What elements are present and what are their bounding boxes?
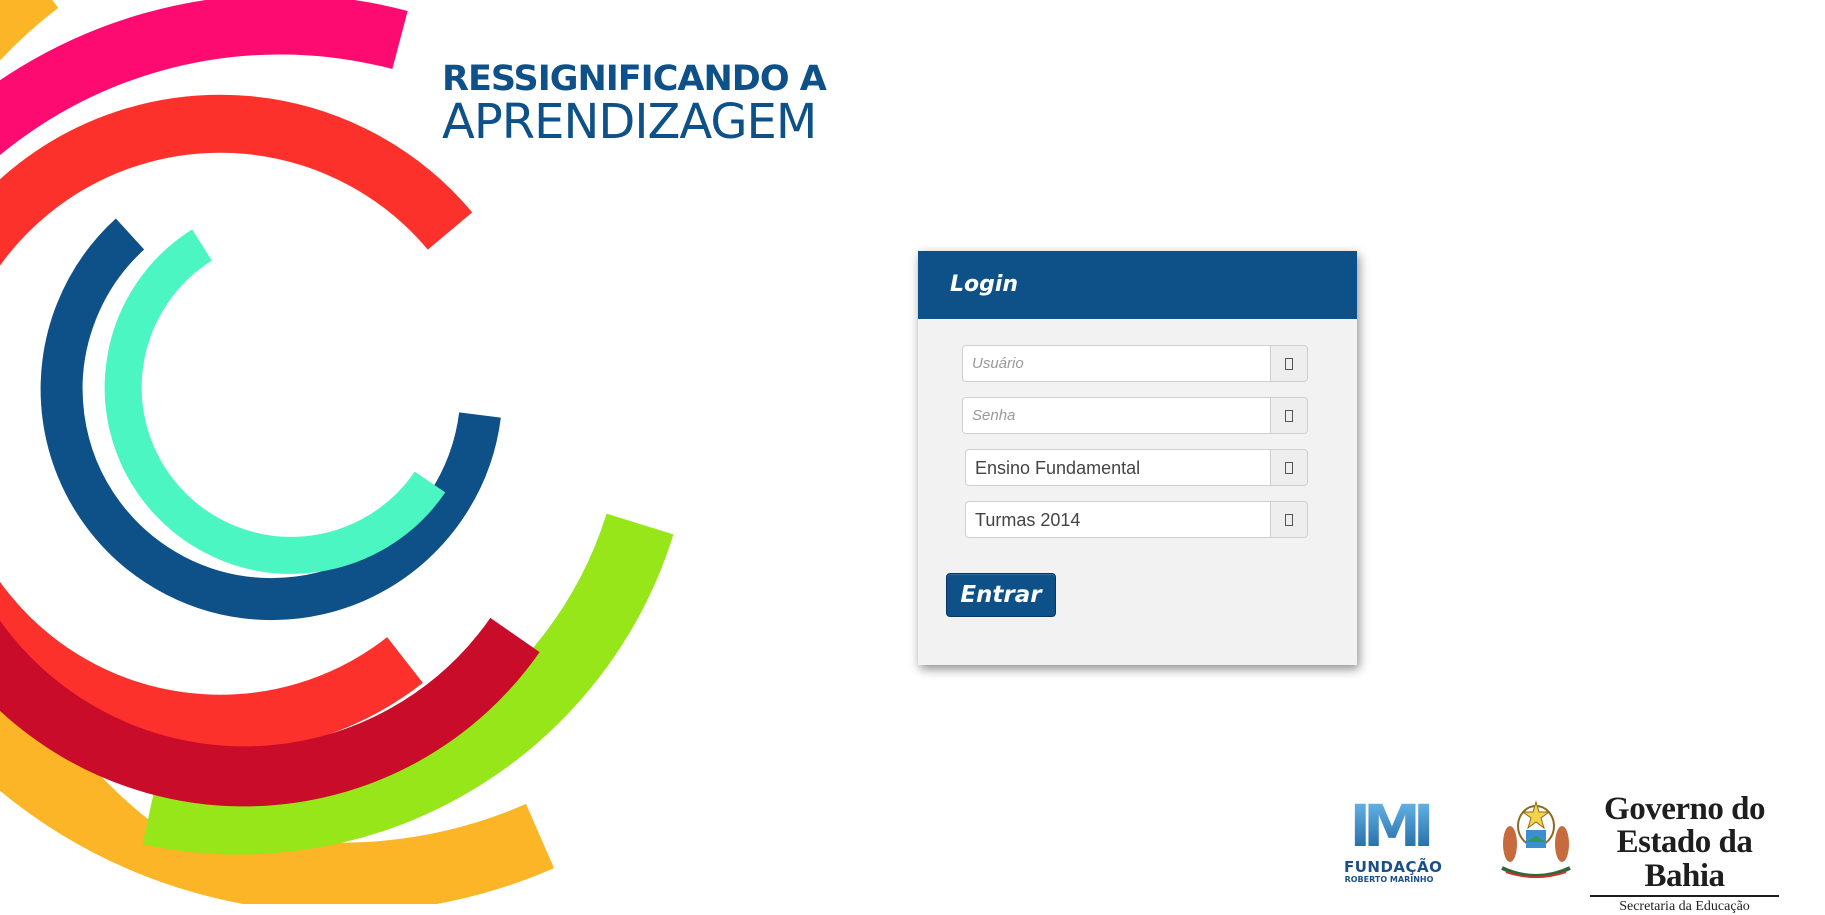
username-input[interactable] <box>962 345 1270 382</box>
lock-icon <box>1285 409 1293 422</box>
password-addon <box>1270 397 1308 434</box>
brand-title-line2: APRENDIZAGEM <box>442 94 817 150</box>
brand-title-line1: RESSIGNIFICANDO A <box>442 59 827 99</box>
government-logo: Governo do Estado da Bahia Secretaria da… <box>1582 793 1787 915</box>
gov-line2: Estado da Bahia <box>1616 824 1753 894</box>
list-icon <box>1285 461 1293 474</box>
foundation-line1: FUNDAÇÃO <box>1344 858 1443 876</box>
level-row: Ensino Fundamental <box>965 449 1308 486</box>
class-addon <box>1270 501 1308 538</box>
state-seal-icon <box>1501 800 1571 878</box>
gov-line1: Governo do <box>1604 791 1765 827</box>
login-header: Login <box>918 251 1357 319</box>
user-icon <box>1285 357 1293 370</box>
decorative-arcs <box>0 0 674 904</box>
password-row <box>962 397 1308 434</box>
foundation-mark-icon: IMI <box>1344 793 1435 859</box>
password-input[interactable] <box>962 397 1270 434</box>
gov-divider <box>1590 895 1779 897</box>
foundation-logo: IMI FUNDAÇÃO ROBERTO MARINHO <box>1344 793 1443 887</box>
login-panel: Login Ensino Fundamental Turmas 2014 Ent… <box>918 251 1357 665</box>
class-select[interactable]: Turmas 2014 <box>965 501 1270 538</box>
level-addon <box>1270 449 1308 486</box>
gov-line3: Secretaria da Educação <box>1619 899 1750 914</box>
brand-title: RESSIGNIFICANDO A APRENDIZAGEM <box>442 59 827 150</box>
arc-mint <box>104 229 446 574</box>
list-icon <box>1285 513 1293 526</box>
enter-button[interactable]: Entrar <box>946 573 1056 617</box>
class-row: Turmas 2014 <box>965 501 1308 538</box>
foundation-line2: ROBERTO MARINHO <box>1344 875 1434 884</box>
level-select[interactable]: Ensino Fundamental <box>965 449 1270 486</box>
username-row <box>962 345 1308 382</box>
username-addon <box>1270 345 1308 382</box>
